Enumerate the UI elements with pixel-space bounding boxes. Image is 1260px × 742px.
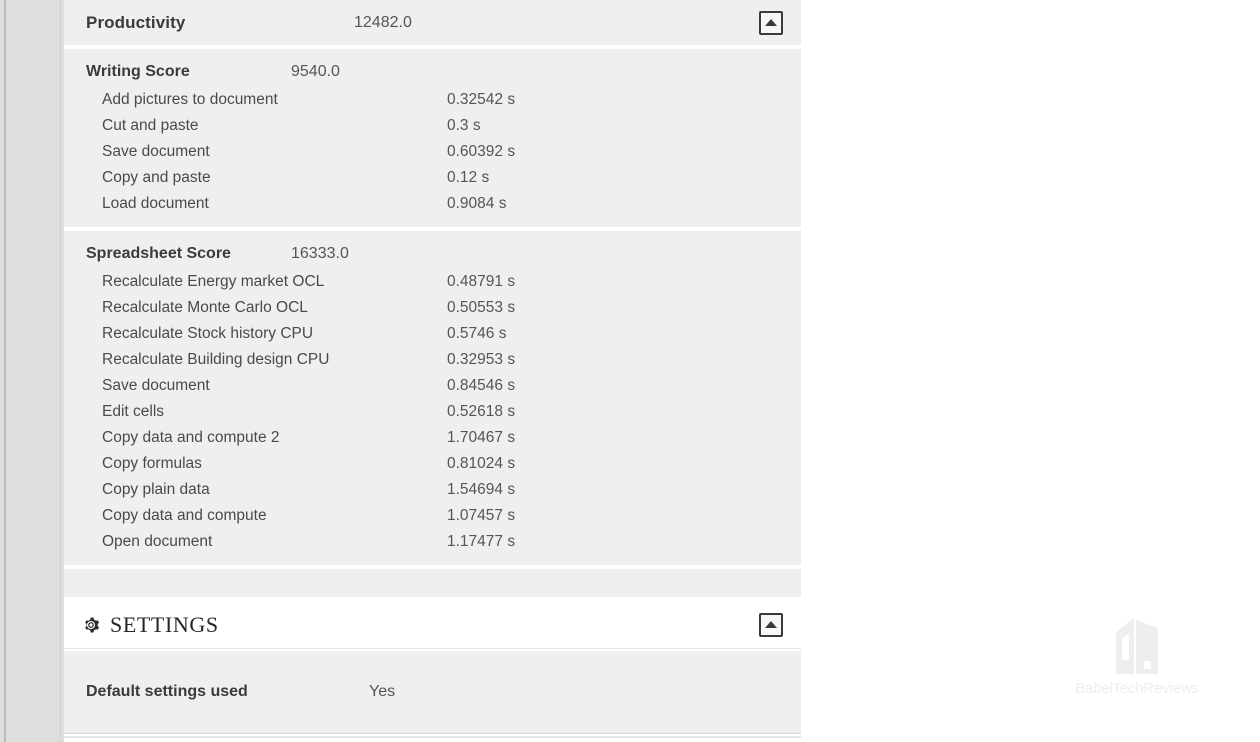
table-row: Recalculate Monte Carlo OCL 0.50553 s <box>64 295 801 321</box>
group-title: Writing Score <box>86 63 190 80</box>
group-spreadsheet-score: Spreadsheet Score 16333.0 Recalculate En… <box>64 231 801 565</box>
gear-icon <box>82 616 100 634</box>
row-value: 0.84546 s <box>447 377 516 394</box>
group-score: 9540.0 <box>291 63 340 80</box>
row-value: 1.70467 s <box>447 429 516 446</box>
screenshot-root: Productivity 12482.0 Writing Score 9540.… <box>0 0 1260 742</box>
row-value: 0.48791 s <box>447 273 516 290</box>
row-value: 0.32953 s <box>447 351 516 368</box>
row-value: 0.60392 s <box>447 143 516 160</box>
watermark-text: BabelTechReviews <box>1075 680 1199 697</box>
table-row: Cut and paste 0.3 s <box>64 113 801 139</box>
row-label: Recalculate Monte Carlo OCL <box>102 299 308 316</box>
page-title: Productivity <box>86 12 186 32</box>
empty-strip <box>64 569 801 597</box>
group-score: 16333.0 <box>291 245 349 262</box>
table-row: Save document 0.84546 s <box>64 373 801 399</box>
table-row: Load document 0.9084 s <box>64 191 801 217</box>
settings-row-label: Default settings used <box>86 683 248 700</box>
row-label: Cut and paste <box>102 117 199 134</box>
row-label: Open document <box>102 533 213 550</box>
row-label: Add pictures to document <box>102 91 278 108</box>
row-value: 0.12 s <box>447 169 490 186</box>
section-header-settings: SETTINGS <box>64 601 801 649</box>
table-row: Recalculate Stock history CPU 0.5746 s <box>64 321 801 347</box>
table-row: Open document 1.17477 s <box>64 529 801 555</box>
row-value: 0.50553 s <box>447 299 516 316</box>
row-label: Copy plain data <box>102 481 210 498</box>
table-row: Copy data and compute 1.07457 s <box>64 503 801 529</box>
bottom-rule-secondary <box>64 736 801 738</box>
row-value: 1.54694 s <box>447 481 516 498</box>
collapse-up-icon <box>765 19 777 26</box>
row-label: Copy and paste <box>102 169 211 186</box>
building-logo-icon <box>1116 618 1158 674</box>
row-label: Edit cells <box>102 403 165 420</box>
productivity-score: 12482.0 <box>354 13 412 31</box>
table-row: Add pictures to document 0.32542 s <box>64 87 801 113</box>
table-row: Copy and paste 0.12 s <box>64 165 801 191</box>
watermark: BabelTechReviews <box>1072 612 1202 707</box>
row-value: 0.52618 s <box>447 403 516 420</box>
row-value: 0.5746 s <box>447 325 507 342</box>
row-label: Save document <box>102 377 210 394</box>
row-value: 1.17477 s <box>447 533 516 550</box>
table-row: Copy formulas 0.81024 s <box>64 451 801 477</box>
group-title: Spreadsheet Score <box>86 245 231 262</box>
gutter-rule <box>4 0 6 742</box>
row-label: Save document <box>102 143 210 160</box>
settings-title: SETTINGS <box>110 611 219 637</box>
row-value: 0.3 s <box>447 117 481 134</box>
row-label: Copy data and compute 2 <box>102 429 280 446</box>
settings-row-value: Yes <box>369 683 396 700</box>
row-label: Copy formulas <box>102 455 202 472</box>
row-value: 0.9084 s <box>447 195 507 212</box>
row-label: Recalculate Stock history CPU <box>102 325 314 342</box>
group-header: Writing Score 9540.0 <box>64 57 801 87</box>
settings-body: Default settings used Yes <box>64 651 801 733</box>
row-label: Recalculate Building design CPU <box>102 351 330 368</box>
table-row: Copy plain data 1.54694 s <box>64 477 801 503</box>
table-row: Save document 0.60392 s <box>64 139 801 165</box>
table-row: Edit cells 0.52618 s <box>64 399 801 425</box>
group-header: Spreadsheet Score 16333.0 <box>64 239 801 269</box>
row-label: Load document <box>102 195 209 212</box>
row-value: 0.81024 s <box>447 455 516 472</box>
left-gutter <box>0 0 64 742</box>
group-writing-score: Writing Score 9540.0 Add pictures to doc… <box>64 49 801 227</box>
collapse-settings-button[interactable] <box>759 612 783 637</box>
table-row: Recalculate Building design CPU 0.32953 … <box>64 347 801 373</box>
gutter-inner-rule <box>60 0 61 742</box>
row-value: 0.32542 s <box>447 91 516 108</box>
row-label: Recalculate Energy market OCL <box>102 273 325 290</box>
table-row: Recalculate Energy market OCL 0.48791 s <box>64 269 801 295</box>
collapse-up-icon <box>765 621 777 628</box>
table-row: Copy data and compute 2 1.70467 s <box>64 425 801 451</box>
row-value: 1.07457 s <box>447 507 516 524</box>
benchmark-report-panel: Productivity 12482.0 Writing Score 9540.… <box>64 0 801 742</box>
collapse-productivity-button[interactable] <box>759 10 783 35</box>
section-header-productivity: Productivity 12482.0 <box>64 0 801 45</box>
row-label: Copy data and compute <box>102 507 267 524</box>
